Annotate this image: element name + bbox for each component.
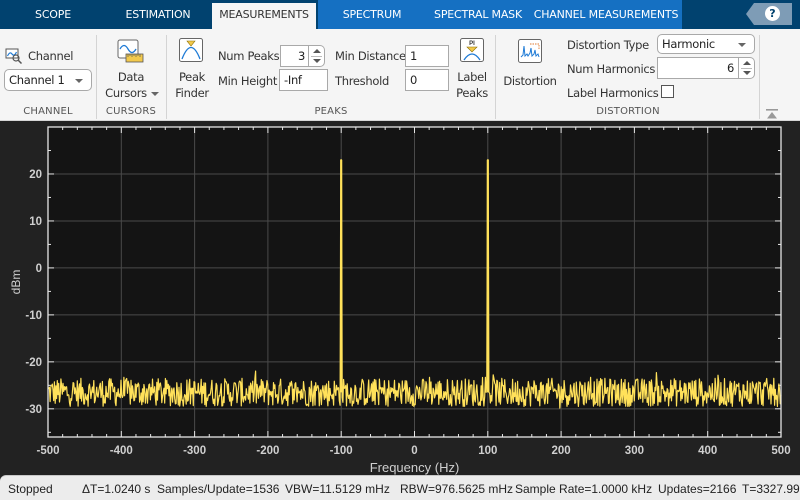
chevron-down-icon (75, 79, 83, 83)
distortion-icon (518, 39, 542, 63)
status-sample-rate: Sample Rate=1.0000 kHz (515, 482, 653, 496)
section-divider (759, 35, 760, 119)
section-title-cursors: CURSORS (105, 106, 157, 117)
toolstrip-tab-bar: SCOPE ESTIMATION MEASUREMENTS SPECTRUM S… (0, 0, 800, 29)
label-harmonics-checkbox[interactable] (661, 85, 674, 98)
num-harmonics-stepper[interactable] (739, 57, 755, 79)
y-tick-label: 10 (29, 216, 42, 228)
help-icon: ? (765, 6, 780, 21)
spin-divider (741, 68, 752, 69)
label-peaks-label-line2: Peaks (456, 86, 488, 100)
x-tick-label: -300 (183, 445, 206, 457)
spectrum-plot-area: -500 -400 -300 -200 -100 0 100 200 300 400 500 -30… (0, 121, 800, 475)
status-rbw: RBW=976.5625 mHz (400, 482, 514, 496)
channel-dropdown[interactable]: Channel 1 (4, 69, 92, 91)
distortion-type-dropdown[interactable]: Harmonic (657, 34, 755, 54)
y-tick-label: -10 (25, 310, 42, 322)
tab-channel-measurements[interactable]: CHANNEL MEASUREMENTS (530, 0, 682, 29)
y-tick-labels: -30 -20 -10 0 10 20 (25, 169, 42, 416)
spin-up-icon (743, 61, 751, 65)
label-peaks-button[interactable]: PI Label Peaks (452, 33, 492, 103)
label-peaks-label-line1: Label (457, 70, 487, 84)
x-tick-label: 200 (552, 445, 571, 457)
x-tick-labels: -500 -400 -300 -200 -100 0 100 200 300 400 500 (36, 445, 790, 457)
tab-measurements[interactable]: MEASUREMENTS (212, 3, 316, 29)
x-tick-label: 100 (478, 445, 497, 457)
num-peaks-label: Num Peaks (218, 49, 280, 63)
data-cursors-icon (117, 39, 144, 63)
y-tick-label: 0 (36, 263, 42, 275)
min-height-input[interactable]: -Inf (279, 69, 328, 91)
status-time: T=3327.99 (742, 482, 800, 496)
peak-finder-label-line2: Finder (175, 86, 209, 100)
num-harmonics-label: Num Harmonics (567, 62, 656, 76)
spin-down-icon (743, 71, 751, 75)
y-tick-label: -20 (25, 357, 42, 369)
x-tick-label: 400 (698, 445, 717, 457)
tab-spectrum[interactable]: SPECTRUM (318, 0, 426, 29)
y-tick-label: 20 (29, 169, 42, 181)
status-updates: Updates=2166 (658, 482, 737, 496)
tab-estimation[interactable]: ESTIMATION (110, 0, 206, 29)
data-cursors-button[interactable]: Data Cursors (100, 33, 162, 103)
svg-text:PI: PI (469, 41, 475, 47)
min-distance-input[interactable]: 1 (405, 45, 449, 67)
y-tick-label: -30 (25, 404, 42, 416)
measurements-toolstrip: Channel Channel 1 CHANNEL Data Cursors C… (0, 29, 800, 121)
distortion-type-value: Harmonic (662, 37, 715, 51)
x-tick-label: -200 (256, 445, 279, 457)
section-title-peaks: PEAKS (314, 106, 348, 117)
status-vbw: VBW=11.5129 mHz (285, 482, 390, 496)
x-tick-label: -500 (36, 445, 59, 457)
x-tick-label: 0 (411, 445, 417, 457)
num-peaks-stepper[interactable] (309, 45, 325, 67)
threshold-label: Threshold (335, 74, 389, 88)
x-tick-label: -100 (330, 445, 353, 457)
x-tick-label: 500 (771, 445, 790, 457)
y-axis-label: dBm (9, 270, 23, 295)
help-button[interactable]: ? (746, 3, 792, 25)
distortion-button[interactable]: Distortion (499, 33, 561, 103)
tab-spectral-mask[interactable]: SPECTRAL MASK (426, 0, 530, 29)
spectrum-chart[interactable]: -500 -400 -300 -200 -100 0 100 200 300 400 500 -30… (0, 121, 800, 475)
spin-divider (311, 56, 322, 57)
spin-up-icon (313, 49, 321, 53)
distortion-label: Distortion (503, 74, 557, 88)
peak-finder-icon (179, 38, 203, 62)
min-distance-label: Min Distance (335, 49, 406, 63)
tab-scope[interactable]: SCOPE (8, 0, 98, 29)
channel-select-icon (5, 48, 23, 65)
section-title-distortion: DISTORTION (596, 106, 660, 117)
section-title-channel: CHANNEL (23, 106, 73, 117)
label-peaks-icon: PI (460, 38, 484, 62)
peak-finder-button[interactable]: Peak Finder (170, 33, 214, 103)
data-cursors-label-line1: Data (117, 70, 145, 84)
status-samples-per-update: Samples/Update=1536 (157, 482, 280, 496)
status-delta-t: ΔT=1.0240 s (82, 482, 151, 496)
collapse-toolstrip-icon[interactable] (766, 109, 778, 119)
threshold-input[interactable]: 0 (405, 69, 449, 91)
distortion-type-label: Distortion Type (567, 38, 649, 52)
chevron-down-icon (151, 92, 159, 96)
num-harmonics-input[interactable]: 6 (657, 57, 739, 79)
label-harmonics-label: Label Harmonics (567, 86, 659, 100)
channel-label: Channel (28, 49, 74, 63)
peak-finder-label-line1: Peak (178, 70, 206, 84)
min-height-label: Min Height (218, 74, 278, 88)
x-axis-label: Frequency (Hz) (370, 460, 460, 475)
chevron-down-icon (738, 43, 746, 47)
status-state: Stopped (8, 482, 53, 496)
channel-dropdown-value: Channel 1 (9, 73, 65, 87)
x-tick-label: -400 (110, 445, 133, 457)
status-bar: Stopped ΔT=1.0240 s Samples/Update=1536 … (0, 475, 800, 500)
x-tick-label: 300 (625, 445, 644, 457)
data-cursors-label-line2: Cursors (105, 86, 147, 100)
spin-down-icon (313, 59, 321, 63)
num-peaks-input[interactable]: 3 (280, 45, 309, 67)
